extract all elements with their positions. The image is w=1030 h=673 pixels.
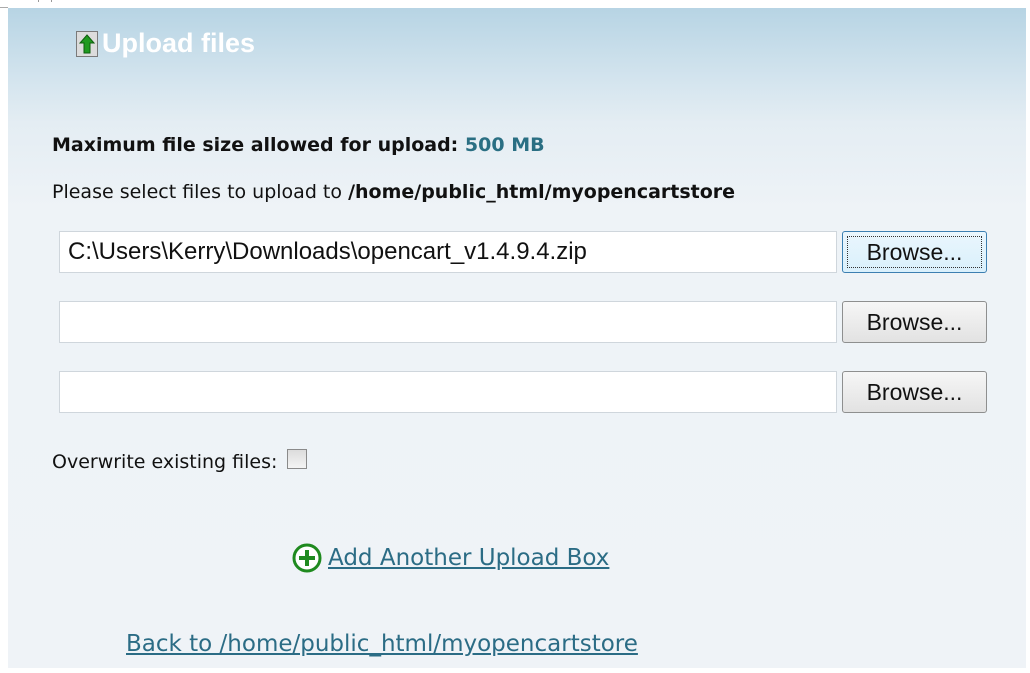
max-file-size-label: Maximum file size allowed for upload: — [52, 134, 459, 156]
file-upload-row-1: Browse... — [59, 231, 987, 275]
top-edge-tick — [38, 0, 52, 2]
browse-button-2[interactable]: Browse... — [842, 301, 987, 343]
browse-button-3[interactable]: Browse... — [842, 371, 987, 413]
overwrite-checkbox[interactable] — [287, 449, 308, 469]
max-file-size-value: 500 MB — [464, 134, 545, 156]
upload-destination-label: Please select files to upload to — [52, 181, 343, 203]
top-edge-line — [0, 7, 8, 8]
file-path-input-2[interactable] — [59, 301, 837, 343]
browse-button-label: Browse... — [866, 308, 963, 335]
upload-destination-path: /home/public_html/myopencartstore — [348, 181, 736, 203]
add-upload-box-label: Add Another Upload Box — [328, 545, 610, 571]
page-title: Upload files — [102, 27, 256, 58]
browse-button-label: Browse... — [866, 378, 963, 405]
overwrite-option: Overwrite existing files: — [52, 449, 308, 473]
add-upload-box-link[interactable]: Add Another Upload Box — [292, 543, 609, 573]
overwrite-label: Overwrite existing files: — [52, 451, 278, 473]
max-file-size-line: Maximum file size allowed for upload: 50… — [52, 134, 545, 156]
back-to-directory-link[interactable]: Back to /home/public_html/myopencartstor… — [126, 631, 638, 657]
upload-destination-line: Please select files to upload to /home/p… — [52, 181, 735, 203]
file-path-input-3[interactable] — [59, 371, 837, 413]
file-path-input-1[interactable] — [59, 231, 837, 273]
add-circle-icon — [292, 543, 322, 573]
browse-button-1[interactable]: Browse... — [842, 231, 987, 273]
page-header: Upload files — [76, 28, 255, 58]
focus-ring — [847, 236, 982, 268]
file-upload-row-3: Browse... — [59, 371, 987, 415]
upload-arrow-icon — [76, 31, 98, 57]
file-upload-row-2: Browse... — [59, 301, 987, 345]
